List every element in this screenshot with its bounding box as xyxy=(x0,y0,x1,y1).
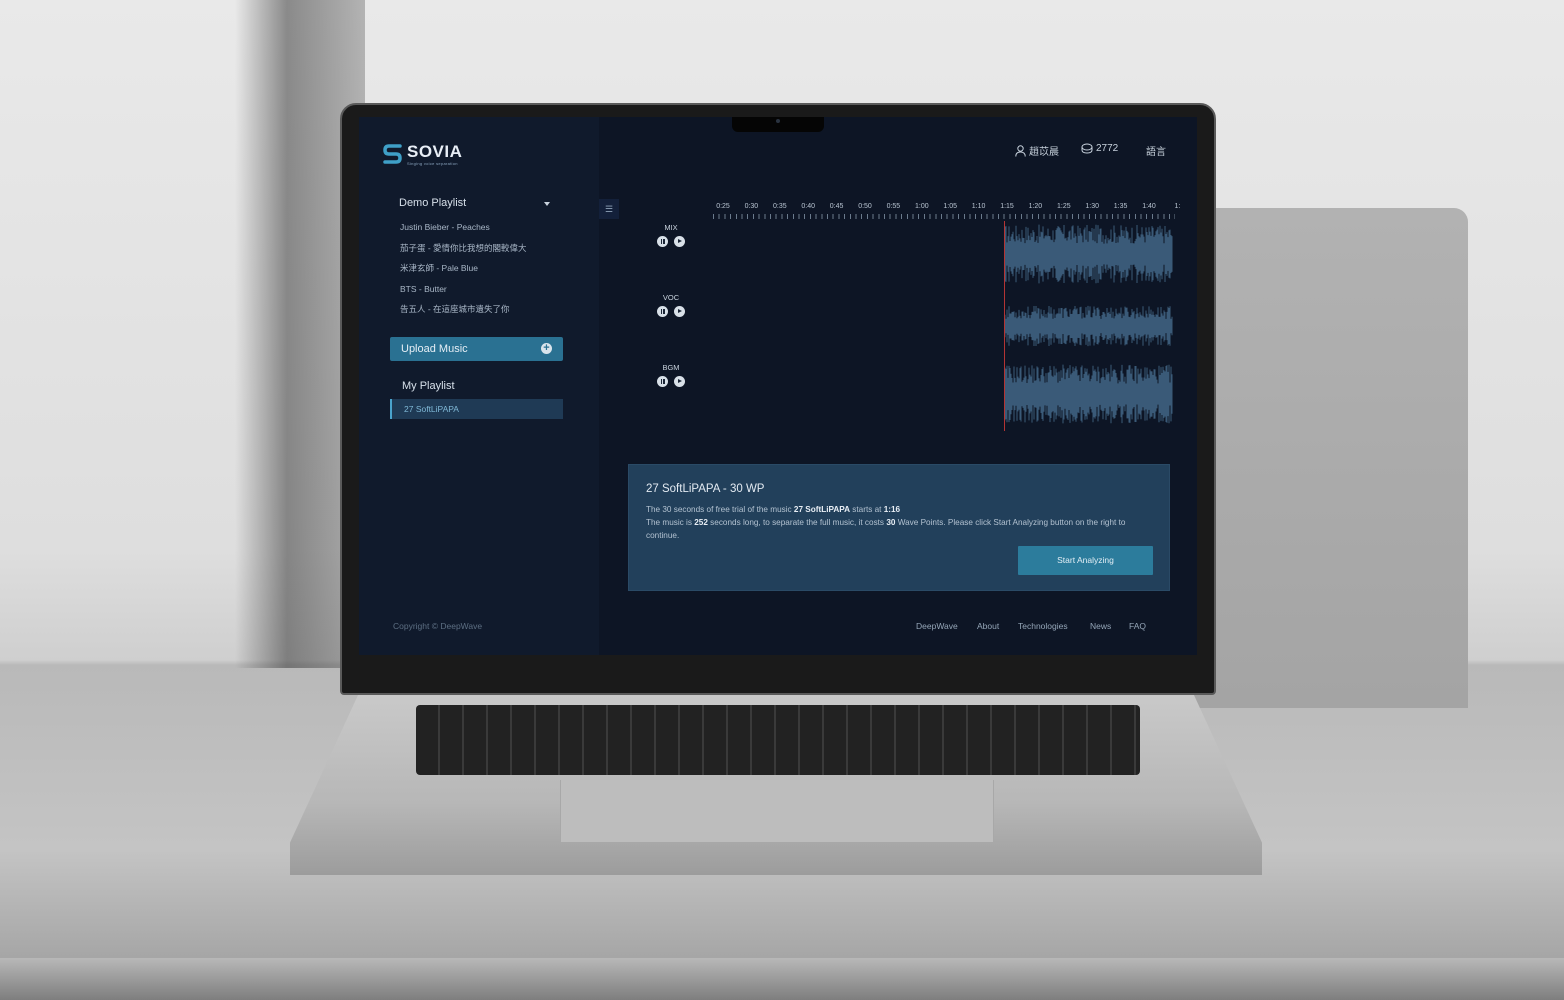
sovia-logo-icon xyxy=(383,144,402,164)
demo-playlist-title[interactable]: Demo Playlist xyxy=(399,197,466,209)
brand-logo[interactable]: SOVIA Singing voice separation xyxy=(383,143,462,166)
timeline-tick-label: 1:05 xyxy=(943,203,957,210)
info-text: The 30 seconds of free trial of the musi… xyxy=(646,505,794,514)
footer-link-news[interactable]: News xyxy=(1090,621,1111,631)
language-button[interactable]: 語言 xyxy=(1146,143,1166,158)
app-screen: SOVIA Singing voice separation Demo Play… xyxy=(359,117,1197,655)
play-icon[interactable] xyxy=(674,306,685,317)
pause-icon[interactable] xyxy=(657,306,668,317)
timeline-tick-label: 0:30 xyxy=(744,203,759,210)
demo-item[interactable]: 米津玄師 - Pale Blue xyxy=(400,261,527,282)
background-panel xyxy=(1180,208,1468,708)
pause-icon[interactable] xyxy=(657,376,668,387)
song-name: 27 SoftLiPAPA xyxy=(793,505,851,514)
timeline-tick-label: 1:40 xyxy=(1142,203,1156,210)
track-bgm-controls: BGM xyxy=(649,363,693,387)
list-icon[interactable]: ☰ xyxy=(599,199,619,219)
camera-icon xyxy=(776,119,780,123)
timeline-tick-label: 1:10 xyxy=(971,203,986,210)
my-playlist-item[interactable]: 27 SoftLiPAPA xyxy=(390,399,563,419)
waveform-voc[interactable] xyxy=(1005,295,1173,357)
sidebar: SOVIA Singing voice separation Demo Play… xyxy=(359,117,599,655)
footer-link-technologies[interactable]: Technologies xyxy=(1018,621,1068,631)
start-analyzing-button[interactable]: Start Analyzing xyxy=(1018,546,1153,575)
timeline-tick-label: 1:15 xyxy=(1000,203,1014,210)
my-playlist-title: My Playlist xyxy=(402,380,455,392)
footer-link-about[interactable]: About xyxy=(977,621,999,631)
timeline-tick-label: 1:00 xyxy=(914,203,929,210)
waveform-bgm[interactable] xyxy=(1005,363,1173,425)
playhead[interactable] xyxy=(1004,221,1005,431)
demo-item[interactable]: 告五人 - 在這座城市遺失了你 xyxy=(400,302,527,323)
timeline-tick-label: 1:25 xyxy=(1056,203,1071,210)
timeline-tick-label: 0:25 xyxy=(716,203,730,210)
timeline-tick-label: 1:20 xyxy=(1028,203,1043,210)
demo-playlist: Justin Bieber - Peaches 茄子蛋 - 愛情你比我想的閣較偉… xyxy=(400,220,527,323)
track-name: VOC xyxy=(662,293,680,302)
info-description: The 30 seconds of free trial of the musi… xyxy=(646,503,1156,542)
timeline-tick-label: 0:35 xyxy=(772,203,787,210)
coin-icon xyxy=(1081,143,1093,154)
info-panel: 27 SoftLiPAPA - 30 WP The 30 seconds of … xyxy=(628,464,1170,591)
timeline-tick-label: 1:30 xyxy=(1085,203,1099,210)
camera-notch xyxy=(732,117,824,132)
points-value: 2772 xyxy=(1096,143,1119,154)
play-icon[interactable] xyxy=(674,236,685,247)
footer-link-deepwave[interactable]: DeepWave xyxy=(916,621,958,631)
info-text: starts at xyxy=(850,505,884,514)
footer-link-faq[interactable]: FAQ xyxy=(1129,621,1146,631)
pause-icon[interactable] xyxy=(657,236,668,247)
demo-item[interactable]: BTS - Butter xyxy=(400,282,527,303)
brand-tagline: Singing voice separation xyxy=(407,161,458,166)
start-time: 1:16 xyxy=(883,505,901,514)
info-text: The music is xyxy=(646,518,695,527)
timeline-tick-label: 0:50 xyxy=(858,203,872,210)
copyright: Copyright © DeepWave xyxy=(393,621,483,631)
track-mix-controls: MIX xyxy=(649,223,693,247)
track-name: MIX xyxy=(664,223,678,232)
user-icon xyxy=(1015,144,1026,157)
info-title: 27 SoftLiPAPA - 30 WP xyxy=(646,483,765,495)
demo-item[interactable]: Justin Bieber - Peaches xyxy=(400,220,527,241)
timeline-ruler[interactable]: 0:25 0:30 0:35 0:40 0:45 0:50 0:55 1:00 1:05 1:10… xyxy=(713,203,1180,219)
timeline-tick-label: 1:35 xyxy=(1113,203,1128,210)
timeline-tick-label: 1: xyxy=(1174,203,1181,210)
upload-music-label: Upload Music xyxy=(401,343,468,355)
timeline-tick-label: 0:40 xyxy=(801,203,815,210)
plus-circle-icon: + xyxy=(541,343,552,354)
timeline-ticks xyxy=(713,214,1175,219)
waveform-mix[interactable] xyxy=(1005,223,1173,285)
trackpad xyxy=(560,780,994,843)
demo-item[interactable]: 茄子蛋 - 愛情你比我想的閣較偉大 xyxy=(400,241,527,262)
timeline-tick-label: 0:55 xyxy=(886,203,901,210)
info-text: seconds long, to separate the full music… xyxy=(707,518,887,527)
user-name: 趙苡晨 xyxy=(1029,147,1059,158)
track-name: BGM xyxy=(662,363,680,372)
desk-edge xyxy=(0,958,1564,1000)
user-menu[interactable]: 趙苡晨 xyxy=(1015,143,1059,158)
play-icon[interactable] xyxy=(674,376,685,387)
points-display[interactable]: 2772 xyxy=(1081,143,1118,154)
chevron-down-icon[interactable] xyxy=(544,202,550,206)
duration: 252 xyxy=(694,518,708,527)
keyboard xyxy=(416,705,1140,775)
brand-name: SOVIA xyxy=(407,142,463,161)
track-voc-controls: VOC xyxy=(649,293,693,317)
upload-music-button[interactable]: Upload Music + xyxy=(390,337,563,361)
timeline-tick-label: 0:45 xyxy=(829,203,844,210)
